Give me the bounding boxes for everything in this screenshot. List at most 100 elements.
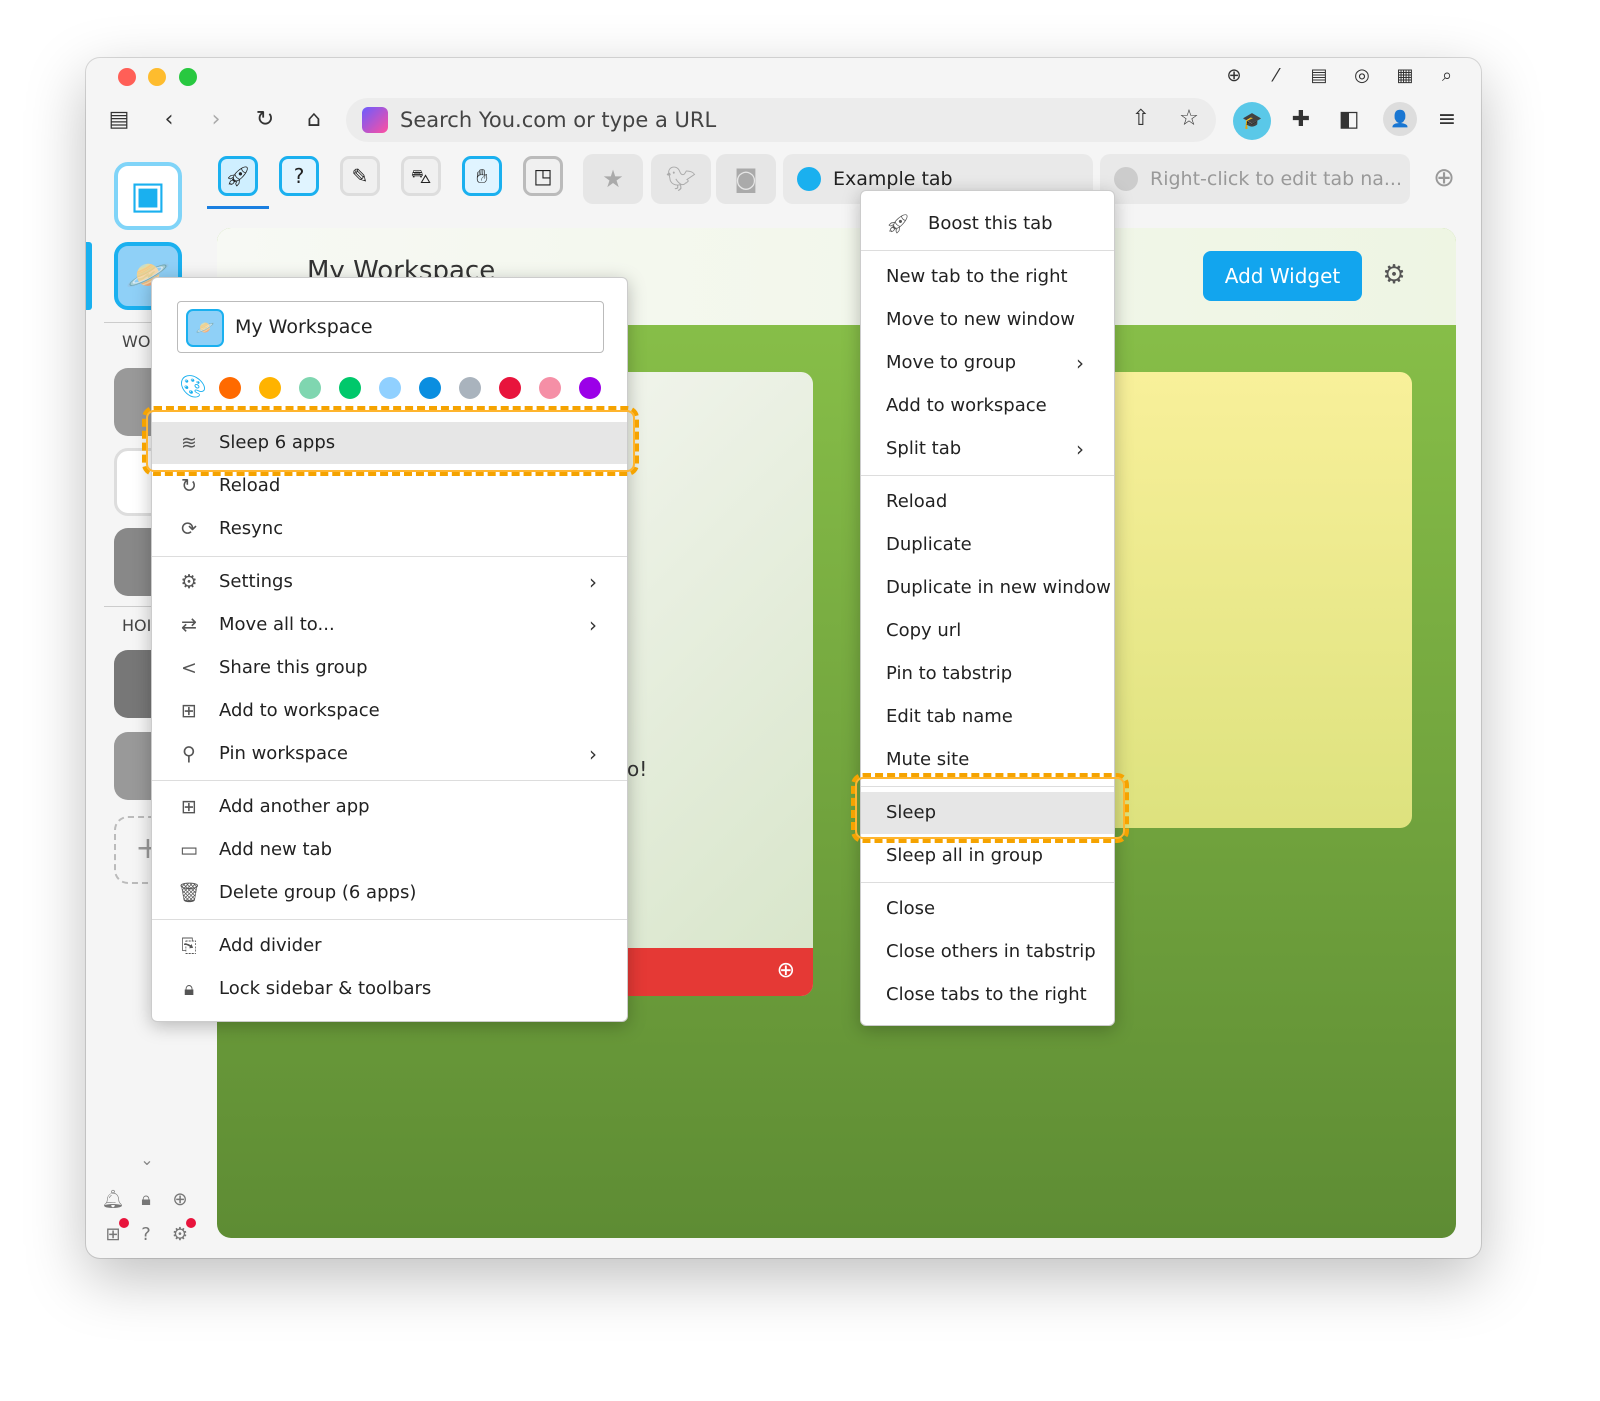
menu-item[interactable]: ⚙ Settings › (152, 561, 627, 603)
menu-item[interactable]: ⎘ Add divider (152, 925, 627, 967)
maximize-window-button[interactable] (179, 68, 197, 86)
menu-item[interactable]: Duplicate (861, 524, 1114, 566)
menu-item[interactable]: ▭ Add new tab (152, 829, 627, 871)
sidebar-toggle-icon[interactable]: ▤ (104, 106, 134, 134)
menu-item[interactable]: Edit tab name (861, 696, 1114, 738)
workspace-name-input[interactable]: 🪐 My Workspace (177, 301, 604, 353)
color-swatch[interactable] (499, 377, 521, 399)
twitter-pinned-tab[interactable]: 🐦︎ (651, 154, 711, 204)
magic-wand-icon[interactable]: ⁄ (1261, 62, 1291, 90)
menu-item[interactable]: Split tab › (861, 428, 1114, 470)
menu-item[interactable]: < Share this group (152, 647, 627, 689)
hand-tab-icon[interactable]: ✋︎ (462, 156, 502, 196)
menu-item-label: Delete group (6 apps) (219, 882, 417, 903)
help-icon[interactable]: ? (131, 1221, 161, 1249)
color-swatch[interactable] (459, 377, 481, 399)
menu-item[interactable]: Close tabs to the right (861, 974, 1114, 1016)
back-button[interactable]: ‹ (154, 106, 184, 134)
menu-item[interactable]: Close (861, 888, 1114, 930)
menu-item[interactable]: ⇄ Move all to... › (152, 604, 627, 646)
extension-avatar-icon[interactable]: 🎓 (1233, 102, 1271, 140)
star-pinned-tab[interactable]: ★ (583, 154, 643, 204)
instagram-pinned-tab[interactable]: ◙ (716, 154, 776, 204)
color-swatch[interactable] (259, 377, 281, 399)
menu-item[interactable]: ⚲ Pin workspace › (152, 733, 627, 775)
planet-icon[interactable]: 🪐 (186, 309, 224, 347)
profile-icon[interactable]: 👤 (1383, 102, 1417, 136)
menu-item[interactable]: Pin to tabstrip (861, 653, 1114, 695)
color-swatch[interactable] (379, 377, 401, 399)
color-swatch[interactable] (219, 377, 241, 399)
add-widget-button[interactable]: Add Widget (1203, 251, 1362, 301)
forward-button[interactable]: › (201, 106, 231, 134)
color-swatch[interactable] (339, 377, 361, 399)
lock-icon[interactable]: 🔒︎ (131, 1186, 161, 1214)
rocket-tab-icon[interactable]: 🚀︎ (218, 156, 258, 196)
share-icon[interactable]: ⇧ (1126, 105, 1156, 133)
menu-separator (152, 780, 627, 781)
menu-item[interactable]: 🔒︎ Lock sidebar & toolbars (152, 968, 627, 1010)
split-view-icon[interactable]: ◧ (1334, 106, 1364, 134)
menu-item[interactable]: Add to workspace (861, 385, 1114, 427)
home-button[interactable]: ⌂ (299, 106, 329, 134)
color-swatch[interactable] (579, 377, 601, 399)
search-icon[interactable]: ⌕ (1432, 62, 1462, 90)
workspace-context-menu: 🪐 My Workspace 🎨︎ ≋ Sleep 6 apps ↻ Reload ⟳ R… (151, 277, 628, 1022)
menu-item-label: Share this group (219, 657, 368, 678)
menu-item[interactable]: 🗑︎ Delete group (6 apps) (152, 872, 627, 914)
note-tab-icon[interactable]: ◳ (523, 156, 563, 196)
address-bar[interactable]: Search You.com or type a URL ⇧ ☆ (346, 98, 1216, 142)
menu-item[interactable]: ⊞ Add another app (152, 786, 627, 828)
menu-item-label: Add new tab (219, 839, 333, 860)
help-tab-icon[interactable]: ? (279, 156, 319, 196)
gear-icon[interactable]: ⚙ (1379, 261, 1409, 289)
bell-icon[interactable]: 🔔︎ (98, 1186, 128, 1214)
gear-icon: ⚙ (180, 571, 198, 593)
add-icon[interactable]: ⊕ (777, 958, 795, 983)
menu-item-label: Pin to tabstrip (886, 663, 1013, 684)
workspace-name-value: My Workspace (235, 316, 373, 338)
menu-item[interactable]: 🚀︎ Boost this tab (861, 203, 1114, 245)
menu-item-label: Copy url (886, 620, 962, 641)
color-swatch[interactable] (299, 377, 321, 399)
menu-separator (152, 556, 627, 557)
menu-item[interactable]: New tab to the right (861, 256, 1114, 298)
menu-item[interactable]: Reload (861, 481, 1114, 523)
star-icon[interactable]: ☆ (1174, 105, 1204, 133)
palette-icon[interactable]: 🎨︎ (179, 375, 207, 400)
menu-item[interactable]: ⊞ Add to workspace (152, 690, 627, 732)
puzzle-icon[interactable]: ✚ (1286, 106, 1316, 134)
menu-item[interactable]: ⟳ Resync (152, 508, 627, 550)
grid-icon[interactable]: ▦ (1390, 62, 1420, 90)
close-window-button[interactable] (118, 68, 136, 86)
pencil-tab-icon[interactable]: ✎ (340, 156, 380, 196)
menu-item-label: Move all to... (219, 614, 335, 635)
new-tab-button[interactable]: ⊕ (1429, 164, 1459, 192)
reload-button[interactable]: ↻ (250, 106, 280, 134)
globe-icon[interactable]: ⊕ (1219, 62, 1249, 90)
tab-placeholder[interactable]: Right-click to edit tab na... (1100, 154, 1410, 204)
menu-item-label: Split tab (886, 438, 962, 459)
tab-label: Example tab (833, 168, 953, 190)
compass-icon[interactable]: ◎ (1347, 62, 1377, 90)
tab-favicon (797, 167, 821, 191)
color-swatch[interactable] (419, 377, 441, 399)
chevron-right-icon: › (1076, 437, 1084, 461)
highlight-ring (142, 406, 639, 476)
workspaces-button[interactable]: ▣ (114, 162, 182, 230)
menu-icon[interactable]: ≡ (1432, 106, 1462, 134)
color-swatch[interactable] (539, 377, 561, 399)
menu-item[interactable]: Copy url (861, 610, 1114, 652)
minimize-window-button[interactable] (148, 68, 166, 86)
globe-icon[interactable]: ⊕ (165, 1186, 195, 1214)
note-widget (1097, 372, 1412, 828)
menu-item[interactable]: Duplicate in new window (861, 567, 1114, 609)
bag-tab-icon[interactable]: ⛍ (401, 156, 441, 196)
widget-text: o! (627, 757, 648, 781)
chevron-down-icon[interactable]: ⌄ (132, 1146, 162, 1174)
table-icon[interactable]: ▤ (1304, 62, 1334, 90)
menu-item[interactable]: Close others in tabstrip (861, 931, 1114, 973)
menu-item[interactable]: Move to group › (861, 342, 1114, 384)
menu-item-label: Add to workspace (219, 700, 380, 721)
menu-item[interactable]: Move to new window (861, 299, 1114, 341)
